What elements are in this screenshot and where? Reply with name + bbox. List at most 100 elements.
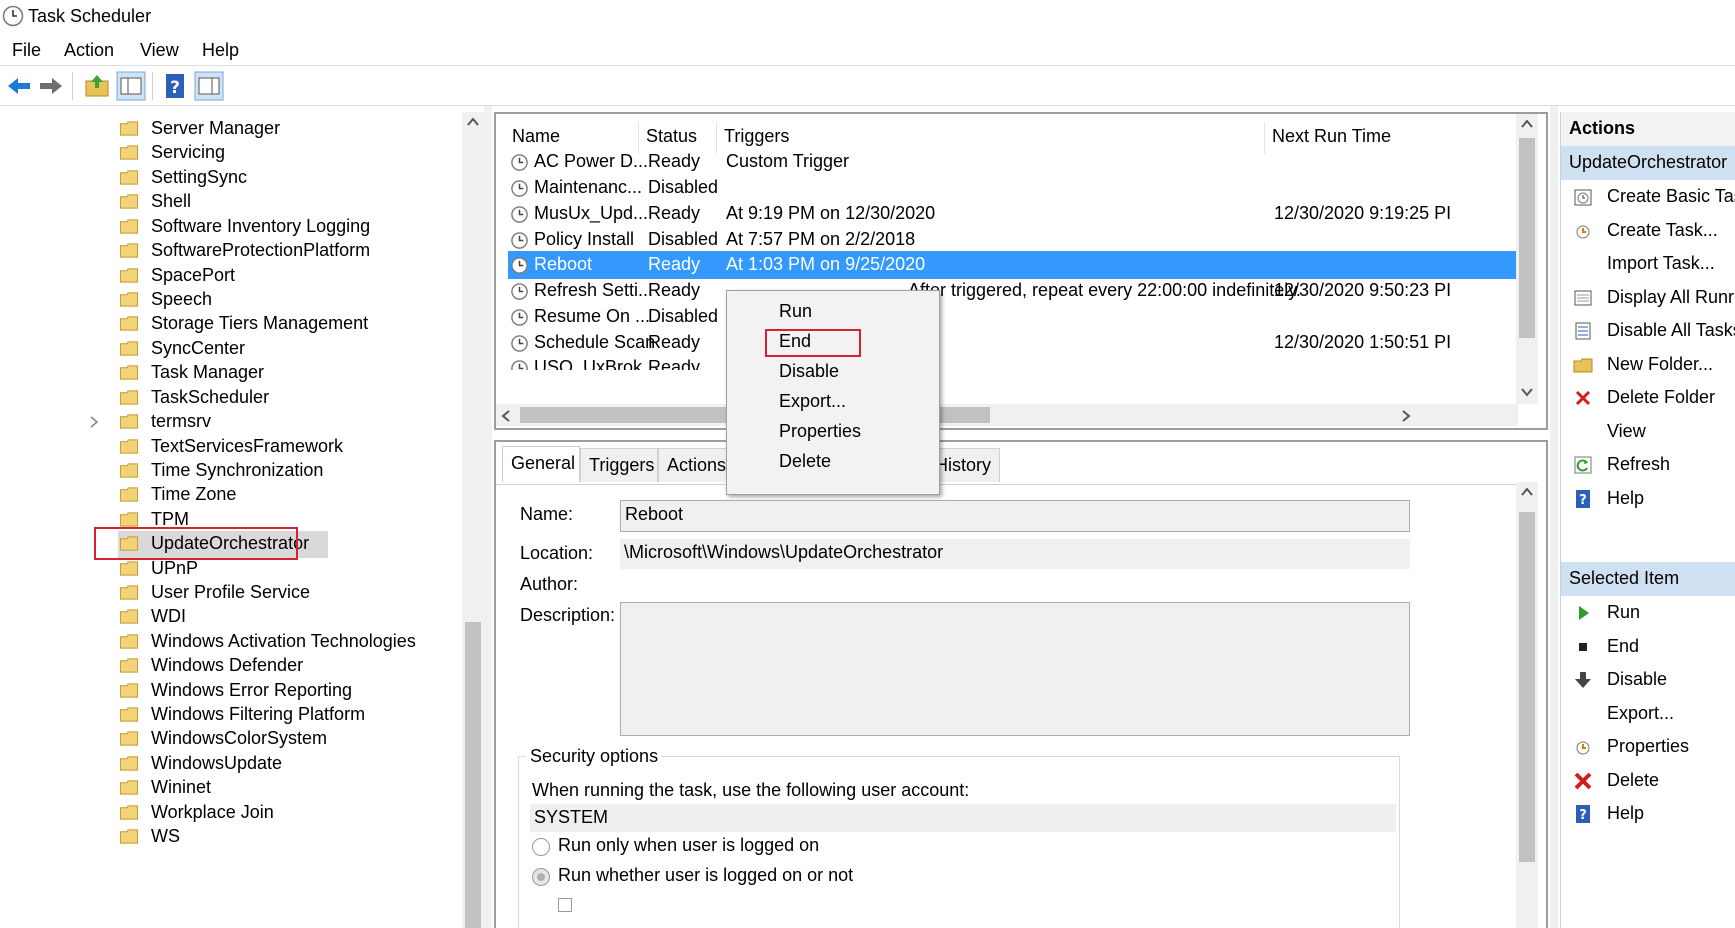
menu-help[interactable]: Help bbox=[202, 40, 239, 61]
action-item[interactable]: Disable All Tasks bbox=[1561, 314, 1735, 348]
tree-item[interactable]: SyncCenter bbox=[118, 336, 458, 363]
tree-item[interactable]: Speech bbox=[118, 287, 458, 314]
action-item[interactable]: End bbox=[1561, 630, 1735, 664]
tree-item[interactable]: WDI bbox=[118, 604, 458, 631]
tree-item[interactable]: User Profile Service bbox=[118, 580, 458, 607]
menu-action[interactable]: Action bbox=[64, 40, 114, 61]
task-row[interactable]: Reboot Ready At 1:03 PM on 9/25/2020 bbox=[508, 251, 1518, 279]
tree-item[interactable]: WindowsUpdate bbox=[118, 751, 458, 778]
task-row[interactable]: Maintenanc... Disabled bbox=[508, 174, 1518, 202]
radio-logged-on-label[interactable]: Run only when user is logged on bbox=[558, 835, 819, 856]
user-account-field[interactable]: SYSTEM bbox=[530, 804, 1396, 832]
back-icon[interactable] bbox=[4, 71, 34, 101]
scroll-down-icon[interactable] bbox=[1520, 386, 1534, 398]
context-menu-properties[interactable]: Properties bbox=[779, 421, 861, 442]
column-header-status[interactable]: Status bbox=[646, 126, 697, 147]
tree-item[interactable]: Shell bbox=[118, 189, 458, 216]
tree-item[interactable]: Server Manager bbox=[118, 116, 458, 143]
tree-item[interactable]: TextServicesFramework bbox=[118, 434, 458, 461]
tree-item[interactable]: UPnP bbox=[118, 556, 458, 583]
task-row[interactable]: Policy Install Disabled At 7:57 PM on 2/2/… bbox=[508, 226, 1518, 254]
radio-logged-on[interactable] bbox=[532, 838, 550, 856]
action-item[interactable]: Disable bbox=[1561, 663, 1735, 697]
action-item[interactable]: Import Task... bbox=[1561, 247, 1735, 281]
actions-selected-header[interactable]: Selected Item bbox=[1561, 562, 1735, 596]
tree-item[interactable]: Time Zone bbox=[118, 482, 458, 509]
location-field[interactable]: \Microsoft\Windows\UpdateOrchestrator bbox=[620, 539, 1410, 569]
action-item[interactable]: New Folder... bbox=[1561, 348, 1735, 382]
tree-item[interactable]: termsrv bbox=[118, 409, 458, 436]
expand-chevron-icon[interactable] bbox=[88, 415, 100, 429]
context-menu-export[interactable]: Export... bbox=[779, 391, 846, 412]
tree-item[interactable]: Software Inventory Logging bbox=[118, 214, 458, 241]
tree-item[interactable]: Time Synchronization bbox=[118, 458, 458, 485]
details-vscroll-thumb[interactable] bbox=[1519, 512, 1535, 862]
tab-history[interactable]: History bbox=[934, 448, 1000, 482]
task-row[interactable]: Schedule Scan Ready 12/30/2020 1:50:51 PI bbox=[508, 329, 1518, 357]
radio-logged-on-or-not[interactable] bbox=[532, 868, 550, 886]
tree-scrollbar[interactable] bbox=[462, 112, 484, 928]
tree-item[interactable]: Windows Defender bbox=[118, 653, 458, 680]
tab-triggers[interactable]: Triggers bbox=[580, 448, 658, 482]
tree-item[interactable]: Wininet bbox=[118, 775, 458, 802]
context-menu-disable[interactable]: Disable bbox=[779, 361, 839, 382]
checkbox-partial[interactable] bbox=[558, 898, 572, 912]
action-item[interactable]: Create Basic Tas bbox=[1561, 180, 1735, 214]
scroll-up-icon[interactable] bbox=[1520, 118, 1534, 130]
task-list-vscroll-thumb[interactable] bbox=[1519, 138, 1535, 338]
action-item[interactable]: Delete bbox=[1561, 764, 1735, 798]
tree-item[interactable]: Task Manager bbox=[118, 360, 458, 387]
menu-file[interactable]: File bbox=[12, 40, 41, 61]
tree-scroll-thumb[interactable] bbox=[465, 622, 481, 928]
task-row[interactable]: MusUx_Upd... Ready At 9:19 PM on 12/30/202… bbox=[508, 200, 1518, 228]
tree-item[interactable]: TaskScheduler bbox=[118, 385, 458, 412]
column-header-name[interactable]: Name bbox=[512, 126, 560, 147]
context-menu-run[interactable]: Run bbox=[779, 301, 812, 322]
tree-item[interactable]: SoftwareProtectionPlatform bbox=[118, 238, 458, 265]
help-icon[interactable]: ? bbox=[160, 71, 190, 101]
tab-actions[interactable]: Actions bbox=[658, 448, 730, 482]
column-header-triggers[interactable]: Triggers bbox=[724, 126, 789, 147]
task-list-vscrollbar[interactable] bbox=[1516, 114, 1538, 404]
tree-item[interactable]: Workplace Join bbox=[118, 800, 458, 827]
action-item[interactable]: Run bbox=[1561, 596, 1735, 630]
tree-item[interactable]: WindowsColorSystem bbox=[118, 726, 458, 753]
radio-logged-on-or-not-label[interactable]: Run whether user is logged on or not bbox=[558, 865, 853, 886]
action-item[interactable]: Properties bbox=[1561, 730, 1735, 764]
up-folder-icon[interactable] bbox=[82, 71, 112, 101]
context-menu-delete[interactable]: Delete bbox=[779, 451, 831, 472]
action-item[interactable]: Refresh bbox=[1561, 448, 1735, 482]
pane-divider[interactable] bbox=[484, 106, 492, 928]
tree-item[interactable]: SpacePort bbox=[118, 263, 458, 290]
action-item[interactable]: View bbox=[1561, 415, 1735, 449]
task-row[interactable]: Refresh Setti... Ready After triggered, re… bbox=[508, 277, 1518, 305]
description-field[interactable] bbox=[620, 602, 1410, 736]
action-item[interactable]: ? Help bbox=[1561, 482, 1735, 516]
action-item[interactable]: Create Task... bbox=[1561, 214, 1735, 248]
action-item[interactable]: Export... bbox=[1561, 697, 1735, 731]
task-list-hscrollbar[interactable] bbox=[496, 404, 1518, 426]
name-field[interactable]: Reboot bbox=[620, 500, 1410, 532]
tree-item[interactable]: Windows Error Reporting bbox=[118, 678, 458, 705]
task-row[interactable]: Resume On ... Disabled bbox=[508, 303, 1518, 331]
tree-item[interactable]: Windows Activation Technologies bbox=[118, 629, 458, 656]
tree-item[interactable]: SettingSync bbox=[118, 165, 458, 192]
tree-item[interactable]: Windows Filtering Platform bbox=[118, 702, 458, 729]
tree-item[interactable]: Storage Tiers Management bbox=[118, 311, 458, 338]
task-row[interactable]: USO_UxBrok... Ready bbox=[508, 354, 1518, 370]
action-item[interactable]: ? Help bbox=[1561, 797, 1735, 831]
scroll-up-icon[interactable] bbox=[466, 116, 480, 128]
scroll-right-icon[interactable] bbox=[1400, 409, 1412, 423]
tab-general[interactable]: General bbox=[502, 446, 580, 482]
pane-divider[interactable] bbox=[1550, 106, 1558, 928]
menu-view[interactable]: View bbox=[140, 40, 179, 61]
action-item[interactable]: Display All Runr bbox=[1561, 281, 1735, 315]
scroll-up-icon[interactable] bbox=[1520, 486, 1534, 498]
details-vscrollbar[interactable] bbox=[1516, 482, 1538, 928]
task-row[interactable]: AC Power D... Ready Custom Trigger bbox=[508, 148, 1518, 176]
action-item[interactable]: Delete Folder bbox=[1561, 381, 1735, 415]
tree-item[interactable]: Servicing bbox=[118, 140, 458, 167]
show-hide-action-pane-icon[interactable] bbox=[194, 71, 224, 101]
tree-item[interactable]: WS bbox=[118, 824, 458, 851]
forward-icon[interactable] bbox=[36, 71, 66, 101]
